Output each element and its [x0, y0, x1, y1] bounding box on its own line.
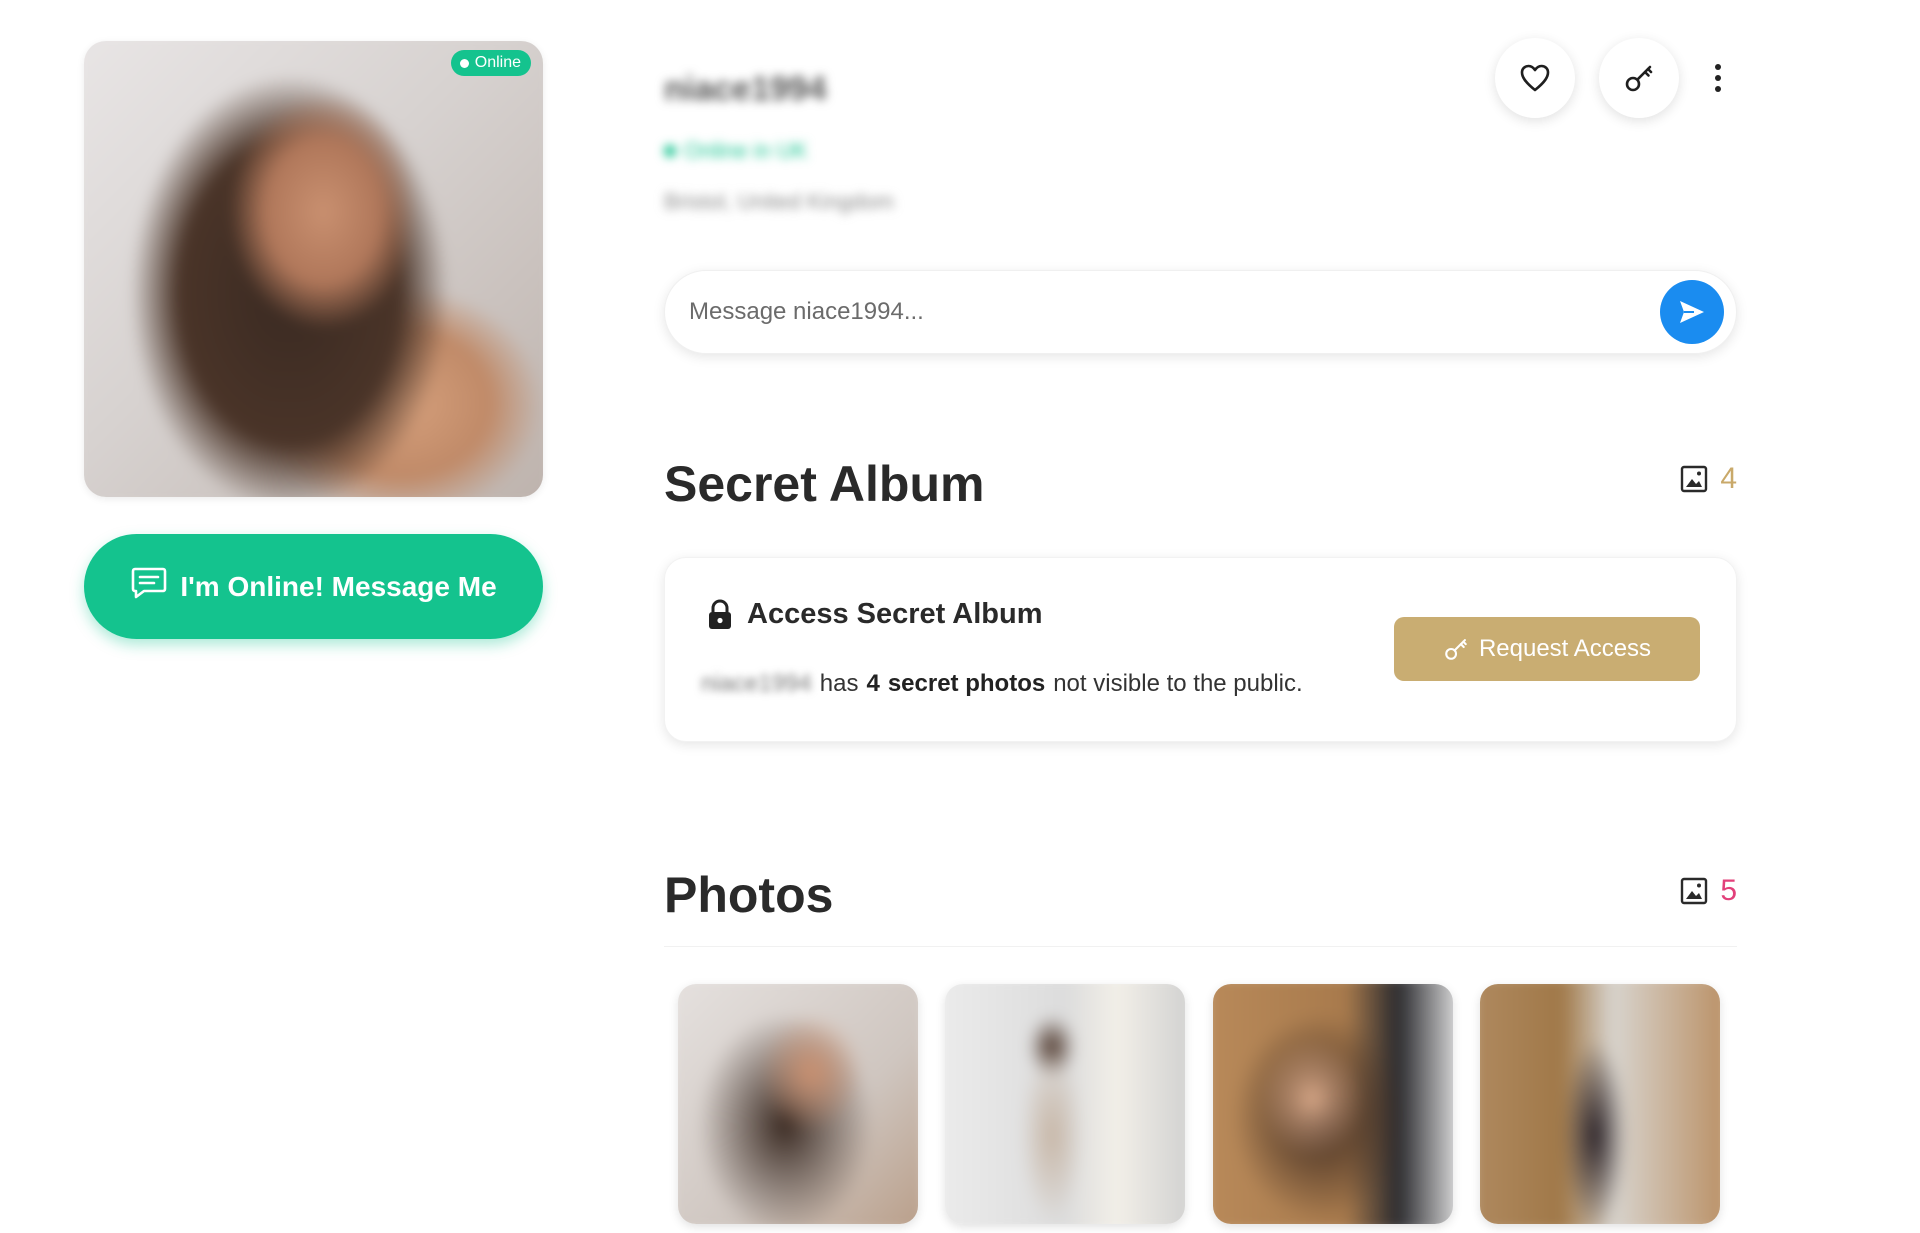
- online-status-badge: Online: [450, 50, 531, 76]
- secret-desc-has: has: [819, 670, 859, 697]
- profile-location: Bristol, United Kingdom: [664, 189, 894, 214]
- message-input[interactable]: [689, 271, 1649, 353]
- more-options-button[interactable]: [1706, 58, 1730, 98]
- more-dot: [1715, 86, 1721, 92]
- message-me-label: I'm Online! Message Me: [180, 570, 497, 602]
- send-icon: [1680, 301, 1704, 323]
- status-dot-icon: [664, 145, 676, 157]
- photo-thumbnail[interactable]: [1480, 984, 1720, 1224]
- profile-status: Online in UK: [664, 138, 808, 164]
- online-dot-icon: [459, 58, 469, 68]
- photo-image: [1480, 984, 1720, 1224]
- photo-image: [678, 984, 918, 1224]
- message-me-button[interactable]: I'm Online! Message Me: [84, 534, 543, 639]
- key-icon: [1625, 65, 1653, 92]
- profile-status-text: Online in UK: [684, 138, 808, 163]
- photo-thumbnail[interactable]: [678, 984, 918, 1224]
- secret-album-title: Secret Album: [664, 456, 985, 512]
- more-dot: [1715, 75, 1721, 81]
- message-composer: [664, 270, 1737, 354]
- image-icon: [1681, 877, 1708, 905]
- lock-icon: [709, 599, 731, 629]
- secret-album-description: niace1994 has 4 secret photos not visibl…: [701, 670, 1303, 698]
- chat-bubble-icon: [130, 565, 168, 608]
- profile-avatar[interactable]: Online: [84, 41, 543, 497]
- photo-thumbnail[interactable]: [945, 984, 1185, 1224]
- secret-card-header: Access Secret Album: [707, 598, 1043, 631]
- secret-album-card: Access Secret Album niace1994 has 4 secr…: [664, 557, 1737, 742]
- online-badge-label: Online: [474, 54, 521, 71]
- photos-divider: [664, 946, 1737, 947]
- secret-owner-name: niace1994: [701, 670, 812, 697]
- request-access-label: Request Access: [1478, 635, 1652, 662]
- photo-image: [945, 984, 1185, 1224]
- request-access-button[interactable]: Request Access: [1394, 617, 1700, 681]
- photos-title: Photos: [664, 867, 834, 923]
- secret-desc-count: 4: [866, 670, 880, 697]
- key-button[interactable]: [1599, 38, 1679, 118]
- heart-icon: [1520, 64, 1550, 92]
- secret-album-count-value: 4: [1720, 462, 1737, 495]
- profile-username: niace1994: [664, 70, 827, 108]
- key-icon: [1445, 639, 1467, 660]
- image-icon: [1681, 465, 1708, 493]
- photos-count-value: 5: [1720, 874, 1737, 907]
- photos-count: 5: [1680, 874, 1737, 908]
- secret-card-title: Access Secret Album: [747, 598, 1043, 630]
- more-vertical-icon: [1715, 64, 1721, 70]
- favorite-button[interactable]: [1495, 38, 1575, 118]
- secret-desc-rest: not visible to the public.: [1053, 670, 1303, 697]
- photo-image: [1213, 984, 1453, 1224]
- photo-thumbnail[interactable]: [1213, 984, 1453, 1224]
- secret-desc-bold: secret photos: [887, 670, 1046, 697]
- profile-page: Online I'm Online! Message Me niace1994 …: [0, 0, 1920, 1233]
- profile-photo: [84, 41, 543, 497]
- secret-album-count: 4: [1680, 462, 1737, 496]
- send-button[interactable]: [1660, 280, 1724, 344]
